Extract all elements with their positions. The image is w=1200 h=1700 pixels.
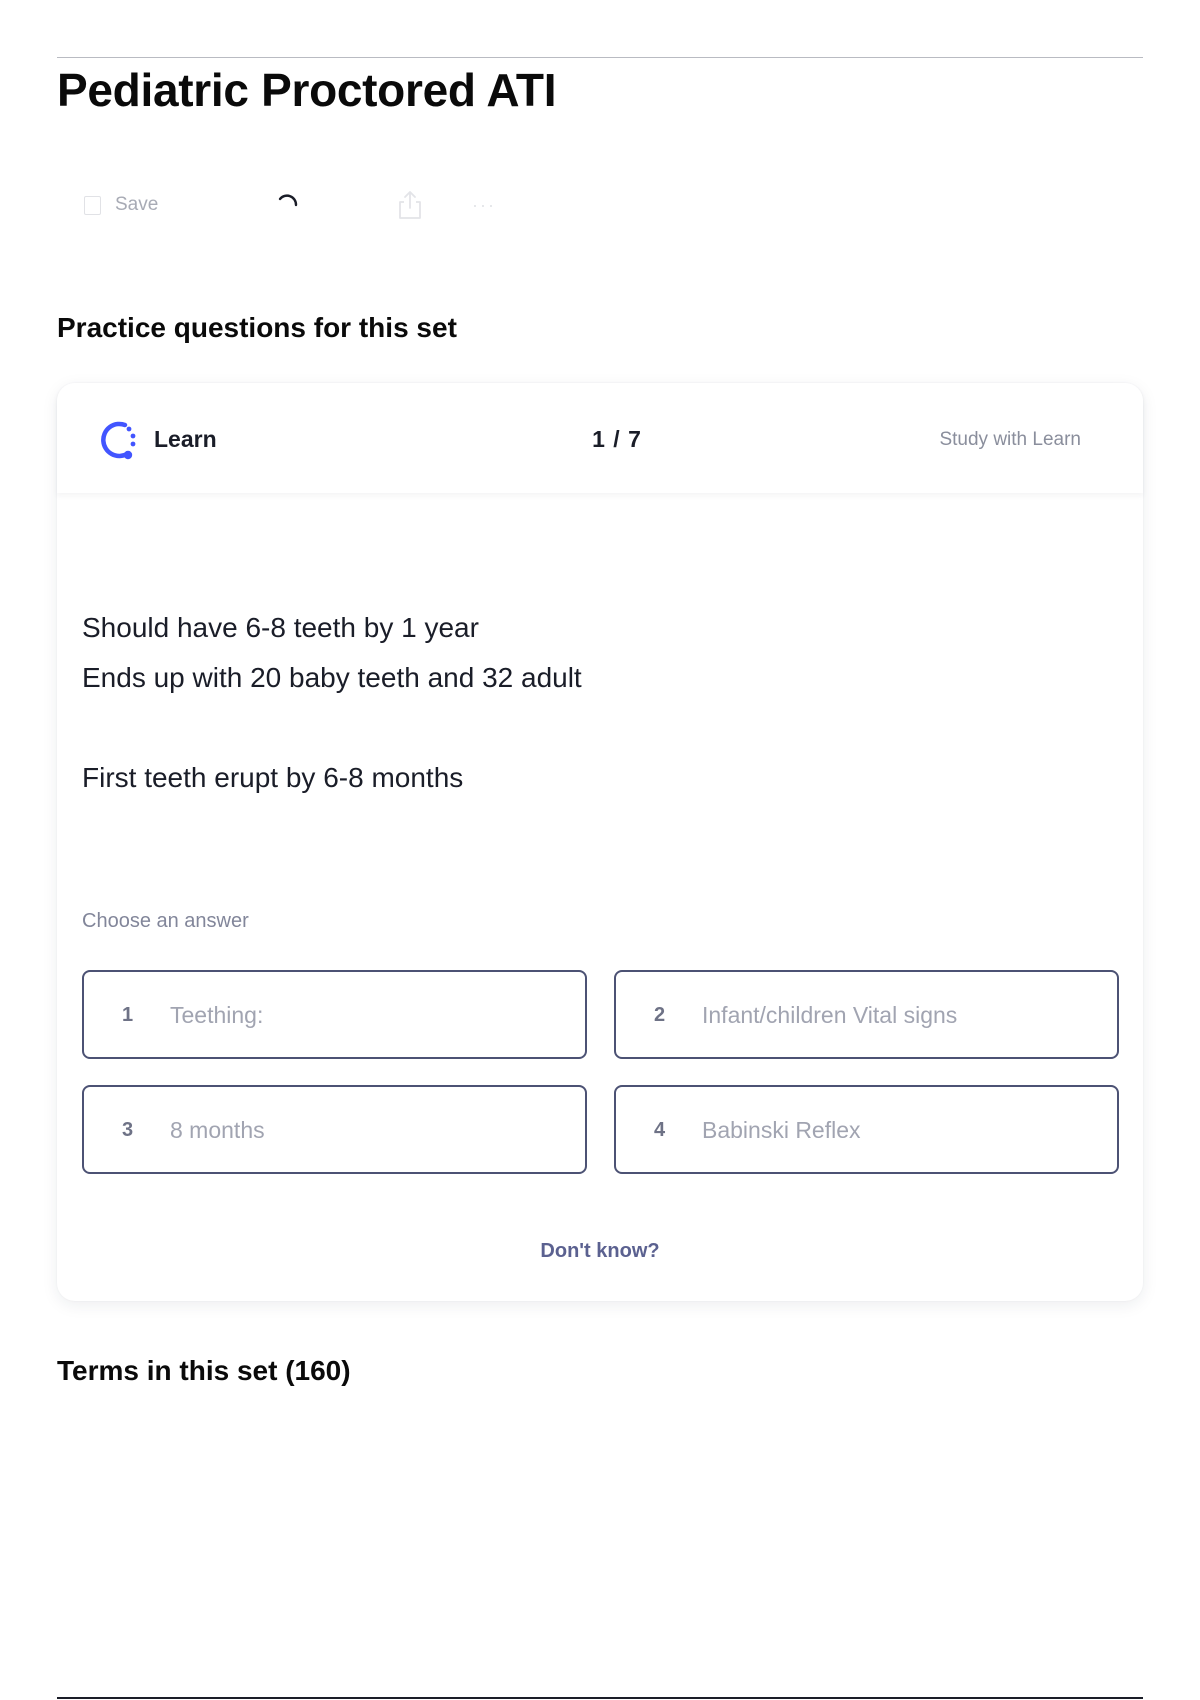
practice-card: Learn 1 / 7 Study with Learn Should have…	[57, 383, 1143, 1301]
answer-option-3[interactable]: 3 8 months	[82, 1085, 587, 1174]
answer-option-2[interactable]: 2 Infant/children Vital signs	[614, 970, 1119, 1059]
terms-section-title: Terms in this set (160)	[57, 1355, 351, 1386]
option-number: 1	[122, 1004, 134, 1026]
question-line: First teeth erupt by 6-8 months	[82, 762, 464, 793]
top-divider	[57, 57, 1143, 58]
share-icon[interactable]	[396, 185, 424, 225]
save-label: Save	[115, 194, 159, 215]
bookmark-icon	[84, 195, 101, 215]
option-number: 4	[654, 1119, 666, 1141]
option-number: 2	[654, 1004, 666, 1026]
learn-icon	[101, 421, 136, 460]
loading-spinner-icon	[274, 185, 302, 225]
bottom-divider	[57, 1697, 1143, 1699]
option-text: Teething:	[170, 1002, 264, 1028]
answer-option-4[interactable]: 4 Babinski Reflex	[614, 1085, 1119, 1174]
card-header: Learn 1 / 7 Study with Learn	[57, 383, 1143, 493]
option-text: 8 months	[170, 1117, 265, 1143]
more-icon[interactable]: ···	[472, 185, 496, 225]
study-with-learn-link[interactable]: Study with Learn	[939, 423, 1081, 457]
question-text: Should have 6-8 teeth by 1 year Ends up …	[82, 603, 1082, 803]
practice-section-title: Practice questions for this set	[57, 312, 457, 343]
option-text: Babinski Reflex	[702, 1117, 861, 1143]
question-line: Should have 6-8 teeth by 1 year	[82, 612, 479, 643]
answer-option-1[interactable]: 1 Teething:	[82, 970, 587, 1059]
question-progress: 1 / 7	[592, 426, 642, 452]
save-button[interactable]: Save	[84, 185, 158, 225]
learn-mode-label: Learn	[154, 426, 217, 452]
set-toolbar: Save ···	[84, 185, 584, 225]
dont-know-button[interactable]: Don't know?	[500, 1236, 700, 1266]
question-line: Ends up with 20 baby teeth and 32 adult	[82, 662, 582, 693]
page-title: Pediatric Proctored ATI	[57, 64, 557, 116]
choose-answer-label: Choose an answer	[82, 910, 249, 932]
option-number: 3	[122, 1119, 134, 1141]
question-spacer	[82, 703, 1082, 753]
option-text: Infant/children Vital signs	[702, 1002, 958, 1028]
